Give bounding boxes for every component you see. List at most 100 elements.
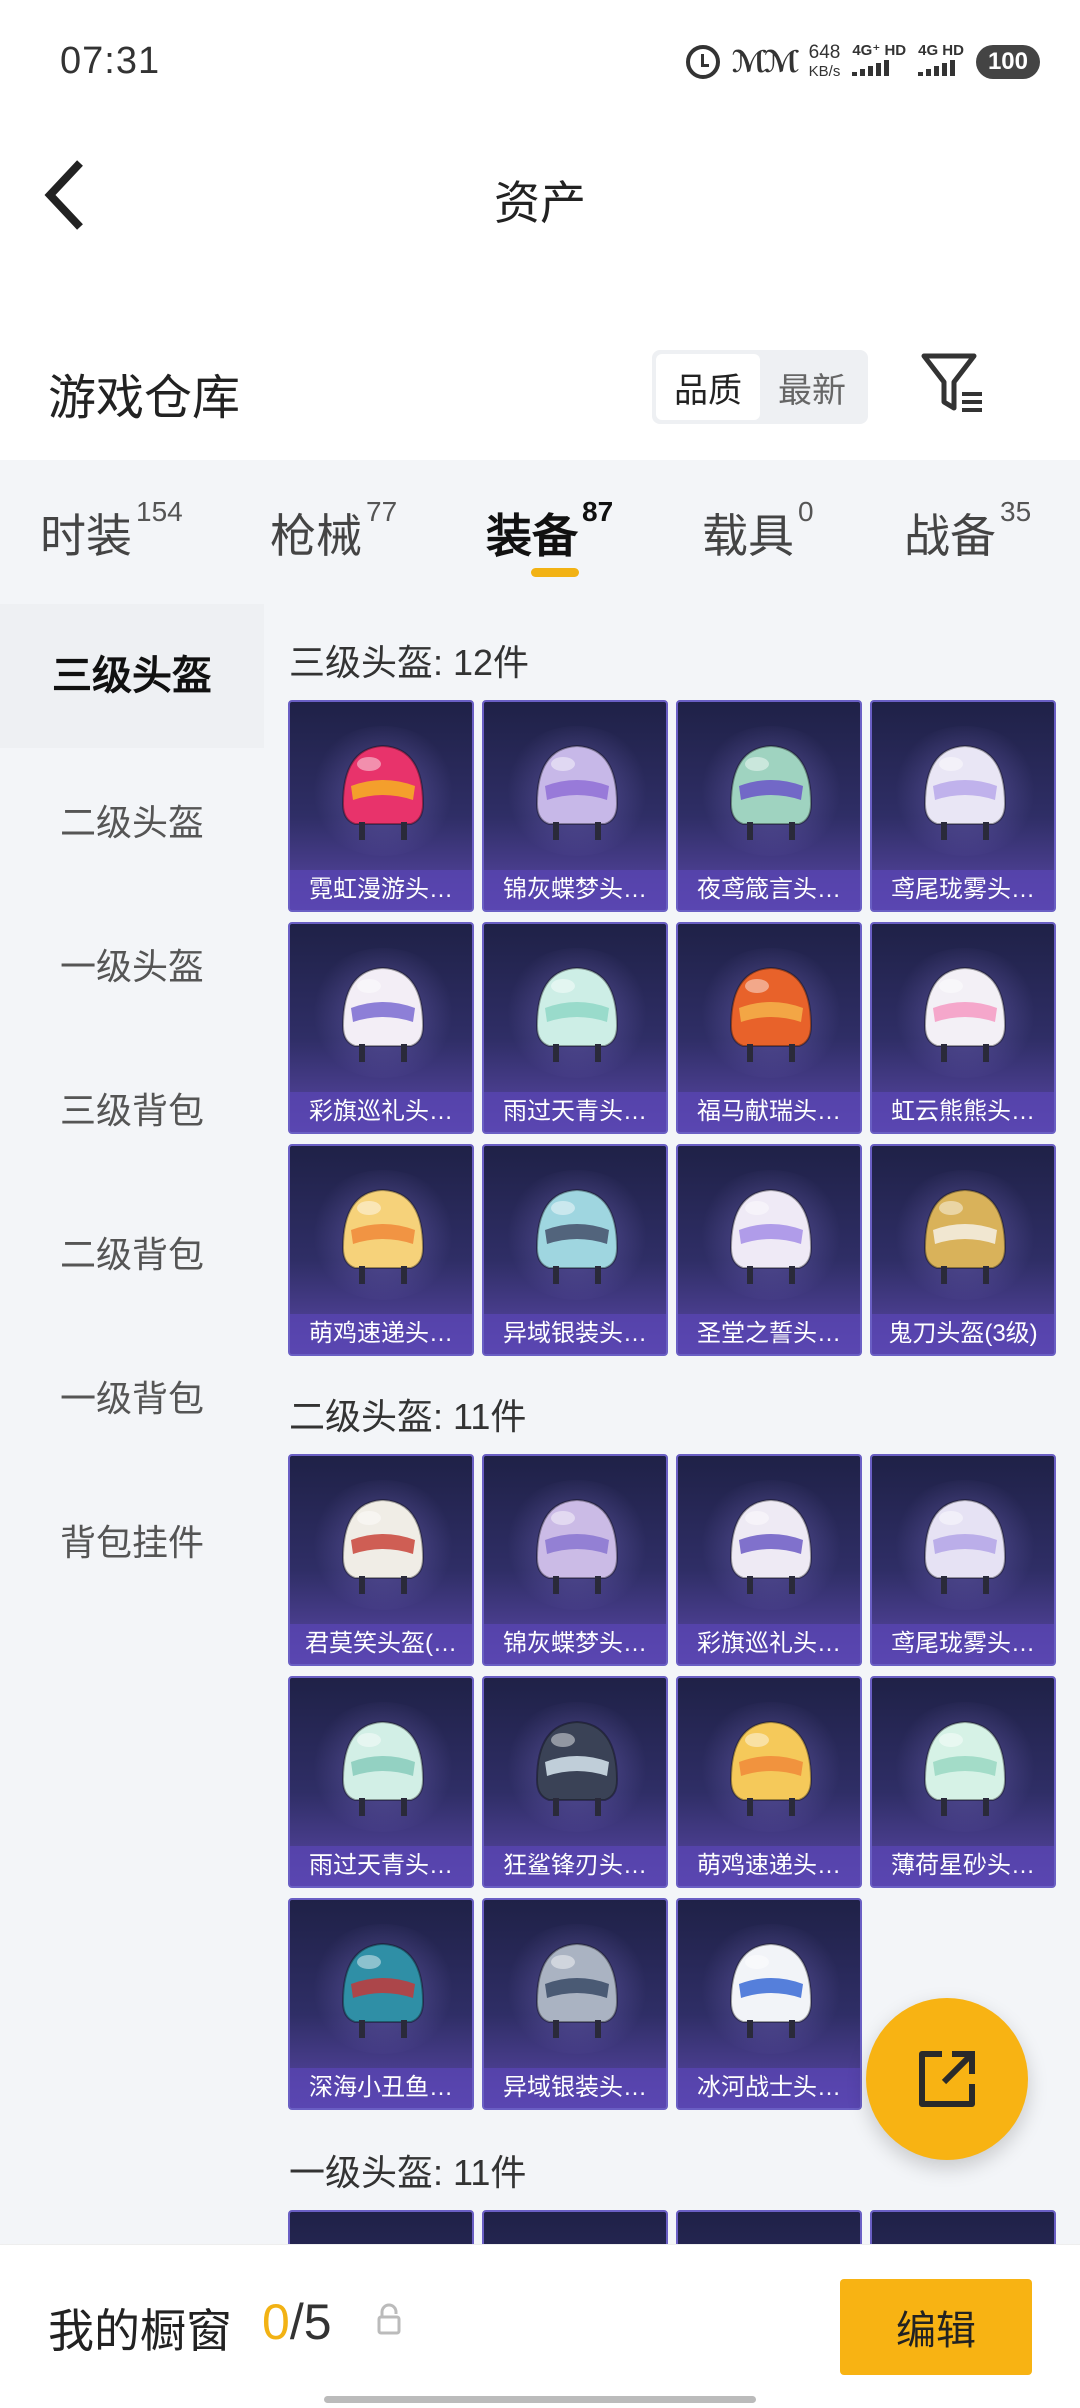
item-card[interactable]: 异域银装头… (482, 1898, 668, 2110)
sidebar-item-level3-helmet[interactable]: 三级头盔 (0, 604, 264, 748)
helmet-icon (923, 744, 1007, 840)
item-card-name: 狂鲨锋刃头… (484, 1846, 666, 1886)
helmet-icon (535, 966, 619, 1062)
item-card[interactable]: 彩旗巡礼头… (288, 922, 474, 1134)
sidebar-item-level1-helmet[interactable]: 一级头盔 (0, 938, 264, 990)
helmet-icon (923, 966, 1007, 1062)
item-card-name: 彩旗巡礼头… (290, 1092, 472, 1132)
item-card[interactable]: 君莫笑头盔(… (288, 1454, 474, 1666)
sort-quality-button[interactable]: 品质 (656, 354, 760, 420)
helmet-icon (729, 1498, 813, 1594)
item-card[interactable]: 锦灰蝶梦头… (482, 1454, 668, 1666)
category-tabs: 时装 154 枪械 77 装备 87 载具 0 战备 35 (0, 460, 1080, 604)
tab-weapons[interactable]: 枪械 77 (270, 496, 397, 566)
item-card[interactable]: 虹云熊熊头… (870, 922, 1056, 1134)
subcategory-sidebar: 三级头盔 二级头盔 一级头盔 三级背包 二级背包 一级背包 背包挂件 (0, 604, 264, 2244)
item-card-name: 鸢尾珑雾头… (872, 1624, 1054, 1664)
section-title: 游戏仓库 (48, 372, 241, 425)
carrier-logo-icon: ℳℳ (731, 45, 800, 79)
item-card[interactable]: 圣堂之誓头… (676, 1144, 862, 1356)
item-card[interactable]: 鸢尾珑雾头… (870, 700, 1056, 912)
item-card[interactable]: 深海小丑鱼… (288, 1898, 474, 2110)
sidebar-item-backpack-charm[interactable]: 背包挂件 (0, 1514, 264, 1566)
item-card-name: 锦灰蝶梦头… (484, 1624, 666, 1664)
item-card[interactable]: 霓虹漫游头… (288, 700, 474, 912)
helmet-icon (535, 1720, 619, 1816)
item-card-name: 雨过天青头… (290, 1846, 472, 1886)
helmet-icon (535, 744, 619, 840)
tab-supplies[interactable]: 战备 35 (904, 496, 1031, 566)
tab-vehicles[interactable]: 载具 0 (702, 496, 814, 566)
status-icons: ℳℳ 648 KB/s 4G⁺ HD 4G HD 100 (685, 36, 1040, 88)
item-card[interactable]: 夜鸢箴言头… (676, 700, 862, 912)
edit-button[interactable]: 编辑 (840, 2279, 1032, 2375)
lock-icon (377, 2303, 401, 2335)
tab-equipment[interactable]: 装备 87 (486, 496, 613, 566)
signal-1: 4G⁺ HD (852, 43, 906, 81)
item-card-name: 夜鸢箴言头… (678, 870, 860, 910)
sidebar-item-level2-backpack[interactable]: 二级背包 (0, 1226, 264, 1278)
helmet-icon (341, 1188, 425, 1284)
share-fab-button[interactable] (866, 1998, 1028, 2160)
item-card-name: 福马献瑞头… (678, 1092, 860, 1132)
item-card[interactable]: 彩旗巡礼头… (676, 1454, 862, 1666)
item-card[interactable]: 鬼刀头盔(3级) (870, 1144, 1056, 1356)
item-card[interactable]: 锦灰蝶梦头… (482, 700, 668, 912)
sidebar-item-level1-backpack[interactable]: 一级背包 (0, 1370, 264, 1422)
item-card[interactable]: 雨过天青头… (482, 922, 668, 1134)
item-card[interactable]: 异域银装头… (482, 1144, 668, 1356)
helmet-icon (341, 1498, 425, 1594)
helmet-icon (341, 966, 425, 1062)
filter-button[interactable] (918, 350, 988, 416)
sort-newest-button[interactable]: 最新 (760, 354, 864, 420)
item-card-name: 鸢尾珑雾头… (872, 870, 1054, 910)
item-card[interactable]: 萌鸡速递头… (676, 1676, 862, 1888)
item-card-name: 锦灰蝶梦头… (484, 870, 666, 910)
showcase-label: 我的橱窗 (48, 2305, 232, 2357)
item-card-name: 圣堂之誓头… (678, 1314, 860, 1354)
status-bar: 07:31 ℳℳ 648 KB/s 4G⁺ HD 4G HD 100 (0, 0, 1080, 125)
item-card-name: 异域银装头… (484, 2068, 666, 2108)
item-card-name: 虹云熊熊头… (872, 1092, 1054, 1132)
page-title: 资产 (494, 177, 586, 229)
item-card-name: 薄荷星砂头… (872, 1846, 1054, 1886)
item-card-name: 冰河战士头… (678, 2068, 860, 2108)
group-title-level2: 二级头盔: 11件 (289, 1396, 527, 1437)
active-tab-indicator (531, 568, 579, 577)
helmet-icon (729, 966, 813, 1062)
item-card-name: 鬼刀头盔(3级) (872, 1314, 1054, 1354)
network-speed: 648 KB/s (808, 42, 841, 80)
helmet-icon (729, 1720, 813, 1816)
group-title-level3: 三级头盔: 12件 (289, 642, 530, 683)
sort-segmented-control: 品质 最新 (652, 350, 868, 424)
item-card[interactable]: 福马献瑞头… (676, 922, 862, 1134)
item-card[interactable]: 鸢尾珑雾头… (870, 1454, 1056, 1666)
alarm-icon (685, 45, 720, 79)
item-card-name: 霓虹漫游头… (290, 870, 472, 910)
item-card[interactable]: 雨过天青头… (288, 1676, 474, 1888)
battery-indicator: 100 (975, 45, 1040, 79)
item-card[interactable]: 狂鲨锋刃头… (482, 1676, 668, 1888)
item-card-name: 雨过天青头… (484, 1092, 666, 1132)
item-card[interactable]: 冰河战士头… (676, 1898, 862, 2110)
app-header: 资产 (0, 125, 1080, 265)
sidebar-item-level3-backpack[interactable]: 三级背包 (0, 1082, 264, 1134)
home-indicator (324, 2396, 756, 2403)
helmet-icon (923, 1498, 1007, 1594)
item-card[interactable]: 薄荷星砂头… (870, 1676, 1056, 1888)
item-card-name: 彩旗巡礼头… (678, 1624, 860, 1664)
helmet-icon (535, 1188, 619, 1284)
sidebar-item-level2-helmet[interactable]: 二级头盔 (0, 794, 264, 846)
helmet-icon (535, 1498, 619, 1594)
item-card-name: 异域银装头… (484, 1314, 666, 1354)
filter-icon (921, 353, 982, 412)
helmet-icon (341, 744, 425, 840)
signal-2: 4G HD (918, 43, 964, 81)
item-card-name: 萌鸡速递头… (678, 1846, 860, 1886)
tab-fashion[interactable]: 时装 154 (40, 496, 183, 566)
helmet-icon (729, 1942, 813, 2038)
item-card[interactable]: 萌鸡速递头… (288, 1144, 474, 1356)
helmet-icon (923, 1720, 1007, 1816)
helmet-icon (729, 1188, 813, 1284)
item-card-name: 深海小丑鱼… (290, 2068, 472, 2108)
